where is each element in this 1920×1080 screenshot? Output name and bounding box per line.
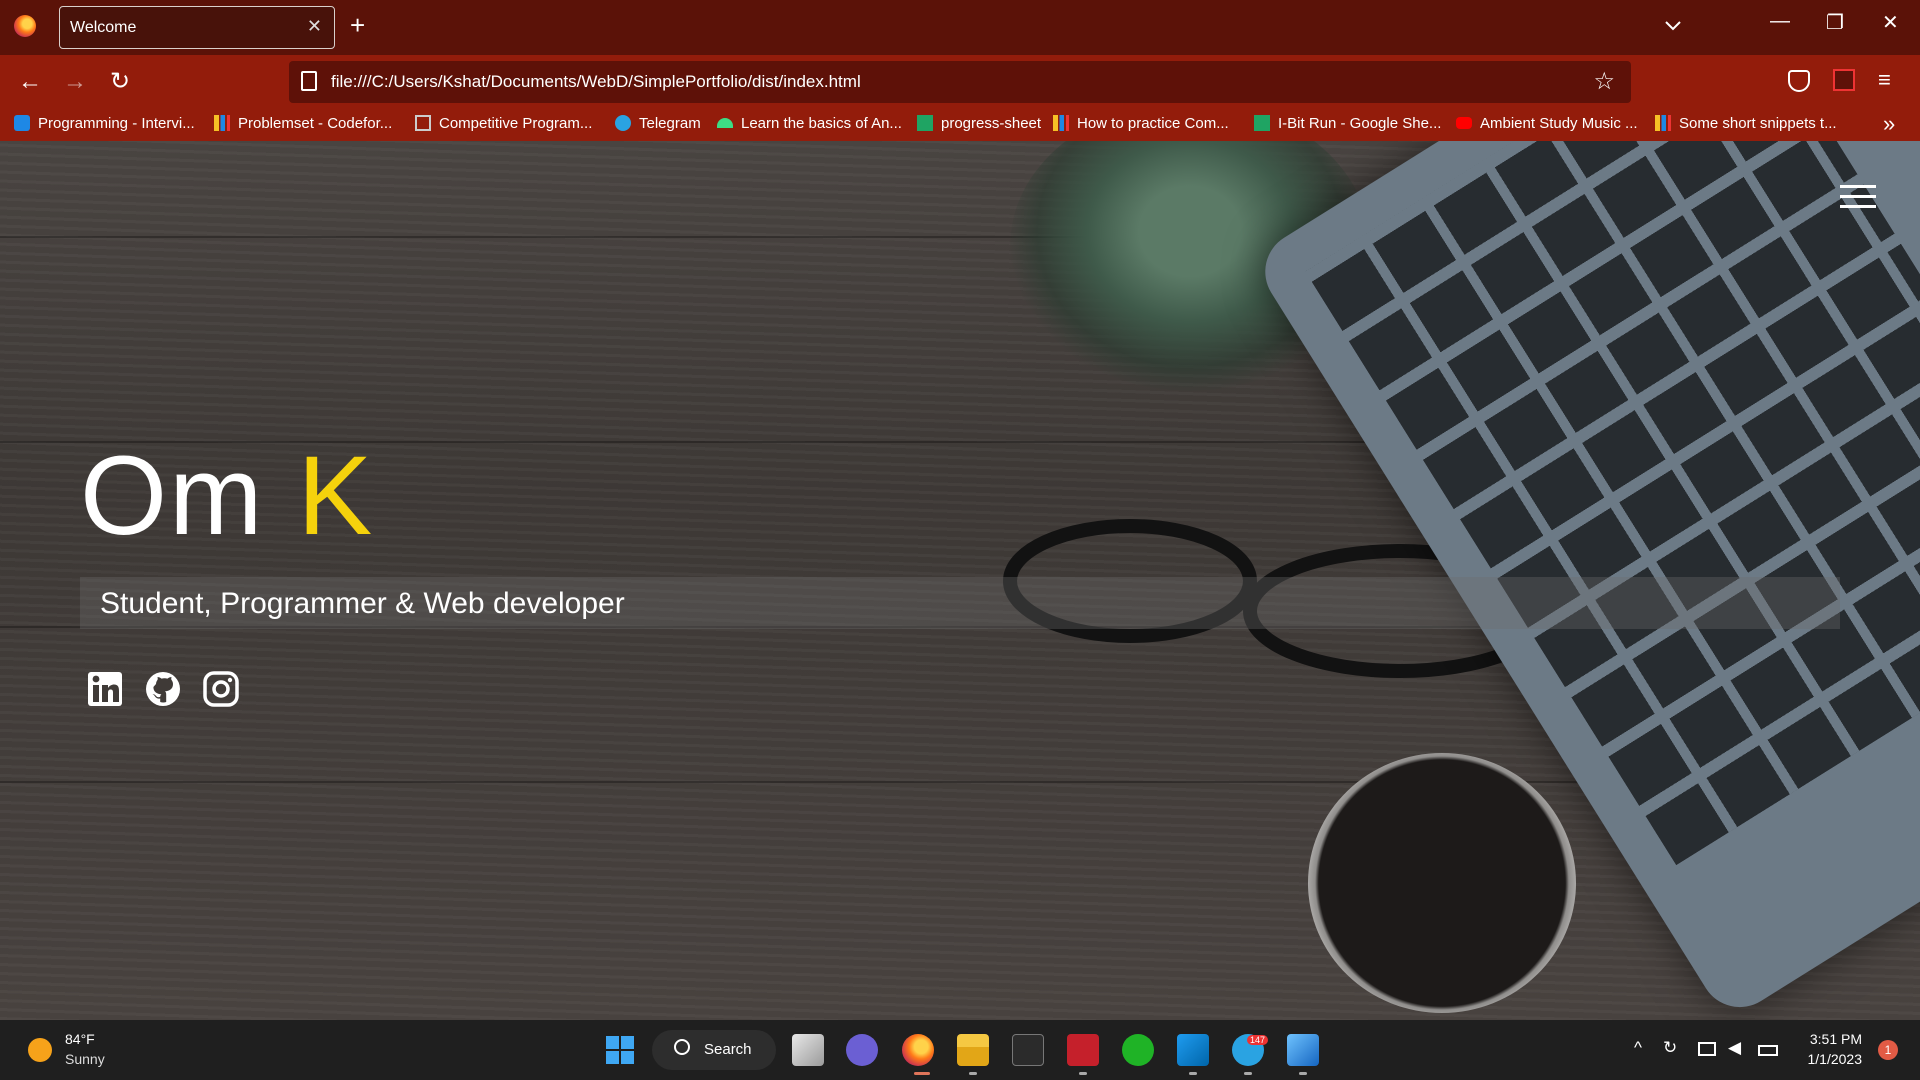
app-menu-button[interactable]: ≡: [1878, 67, 1891, 93]
portfolio-page: Om K Student, Programmer & Web developer: [0, 141, 1920, 1020]
weather-temperature[interactable]: 84°F: [65, 1031, 95, 1047]
bookmark-star-icon[interactable]: ☆: [1593, 67, 1615, 96]
url-text[interactable]: file:///C:/Users/Kshat/Documents/WebD/Si…: [331, 72, 861, 92]
bars-icon: [1655, 115, 1671, 131]
bookmark-item[interactable]: progress-sheet: [917, 115, 1041, 132]
browser-tab-bar: Welcome ✕ + — ❐ ✕: [0, 0, 1920, 55]
bookmarks-toolbar: Programming - Intervi... Problemset - Co…: [0, 109, 1920, 141]
tab-close-icon[interactable]: ✕: [307, 16, 322, 37]
github-icon[interactable]: [144, 670, 182, 708]
firefox-icon: [14, 15, 36, 37]
new-tab-button[interactable]: +: [350, 10, 365, 41]
network-icon[interactable]: [1698, 1042, 1716, 1056]
linkedin-icon[interactable]: [86, 670, 124, 708]
search-icon: [674, 1039, 690, 1055]
reload-button[interactable]: ↻: [105, 67, 135, 97]
red-app-icon[interactable]: [1067, 1034, 1099, 1066]
bars-icon: [214, 115, 230, 131]
tagline-text: Student, Programmer & Web developer: [100, 587, 625, 620]
minimize-button[interactable]: —: [1770, 10, 1790, 33]
running-app-indicator: [1189, 1072, 1197, 1075]
running-app-indicator: [969, 1072, 977, 1075]
vscode-icon[interactable]: [1177, 1034, 1209, 1066]
clock-date[interactable]: 1/1/2023: [1800, 1051, 1863, 1067]
address-bar[interactable]: file:///C:/Users/Kshat/Documents/WebD/Si…: [289, 61, 1631, 103]
sheets-icon: [1254, 115, 1270, 131]
tagline-bar: Student, Programmer & Web developer: [80, 577, 1840, 629]
tab-title: Welcome: [70, 19, 137, 36]
chevron-up-icon[interactable]: ^: [1634, 1038, 1642, 1058]
extension-icon[interactable]: [1833, 69, 1855, 91]
cc-icon: [415, 115, 431, 131]
bookmark-item[interactable]: How to practice Com...: [1053, 115, 1229, 132]
instagram-icon[interactable]: [202, 670, 240, 708]
hero-name: Om K: [80, 431, 374, 560]
android-icon: [717, 118, 733, 128]
bars-icon: [1053, 115, 1069, 131]
sun-icon[interactable]: [28, 1038, 52, 1062]
sync-icon[interactable]: ↻: [1663, 1038, 1677, 1058]
bookmark-item[interactable]: Ambient Study Music ...: [1456, 115, 1638, 132]
running-app-indicator: [1244, 1072, 1252, 1075]
clock-time[interactable]: 3:51 PM: [1800, 1031, 1862, 1047]
page-icon: [301, 71, 317, 91]
back-button[interactable]: ←: [15, 67, 45, 97]
windows-start-icon[interactable]: [604, 1034, 636, 1066]
bookmark-item[interactable]: Programming - Intervi...: [14, 115, 195, 132]
ib-icon: [14, 115, 30, 131]
firefox-taskbar-icon[interactable]: [902, 1034, 934, 1066]
teams-chat-icon[interactable]: [846, 1034, 878, 1066]
bookmark-item[interactable]: Some short snippets t...: [1655, 115, 1837, 132]
restore-button[interactable]: ❐: [1826, 10, 1844, 35]
telegram-icon: [615, 115, 631, 131]
photos-icon[interactable]: [1287, 1034, 1319, 1066]
running-app-indicator: [1079, 1072, 1087, 1075]
bookmark-item[interactable]: Learn the basics of An...: [717, 115, 902, 132]
bookmarks-overflow-icon[interactable]: »: [1883, 111, 1895, 137]
battery-icon[interactable]: [1758, 1045, 1778, 1056]
xbox-icon[interactable]: [1122, 1034, 1154, 1066]
forward-button[interactable]: →: [60, 67, 90, 97]
bookmark-item[interactable]: Telegram: [615, 115, 701, 132]
browser-nav-bar: ← → ↻ file:///C:/Users/Kshat/Documents/W…: [0, 55, 1920, 109]
weather-description[interactable]: Sunny: [65, 1051, 105, 1067]
telegram-unread-badge: 147: [1247, 1035, 1269, 1045]
pocket-icon[interactable]: [1788, 70, 1810, 92]
list-all-tabs-icon[interactable]: [1662, 14, 1684, 36]
notification-badge[interactable]: 1: [1878, 1040, 1898, 1060]
windows-taskbar: 84°F Sunny Search 147 ^ ↻ ◀ 3:51 PM 1/1/…: [0, 1020, 1920, 1080]
running-app-indicator: [1299, 1072, 1307, 1075]
taskbar-search-button[interactable]: Search: [652, 1030, 776, 1070]
last-name: K: [297, 433, 375, 558]
terminal-icon[interactable]: [1012, 1034, 1044, 1066]
active-app-indicator: [914, 1072, 930, 1075]
search-label: Search: [704, 1041, 752, 1058]
bookmark-item[interactable]: Competitive Program...: [415, 115, 592, 132]
file-explorer-icon[interactable]: [957, 1034, 989, 1066]
task-view-icon[interactable]: [792, 1034, 824, 1066]
bookmark-item[interactable]: I-Bit Run - Google She...: [1254, 115, 1441, 132]
volume-icon[interactable]: ◀: [1728, 1038, 1741, 1058]
sheets-icon: [917, 115, 933, 131]
tab-welcome[interactable]: Welcome ✕: [59, 6, 335, 49]
close-window-button[interactable]: ✕: [1882, 10, 1899, 35]
coffee-cup-image: [1308, 753, 1576, 1013]
first-name: Om: [80, 433, 265, 558]
hamburger-menu-icon[interactable]: [1840, 185, 1876, 211]
bookmark-item[interactable]: Problemset - Codefor...: [214, 115, 392, 132]
youtube-icon: [1456, 117, 1472, 129]
